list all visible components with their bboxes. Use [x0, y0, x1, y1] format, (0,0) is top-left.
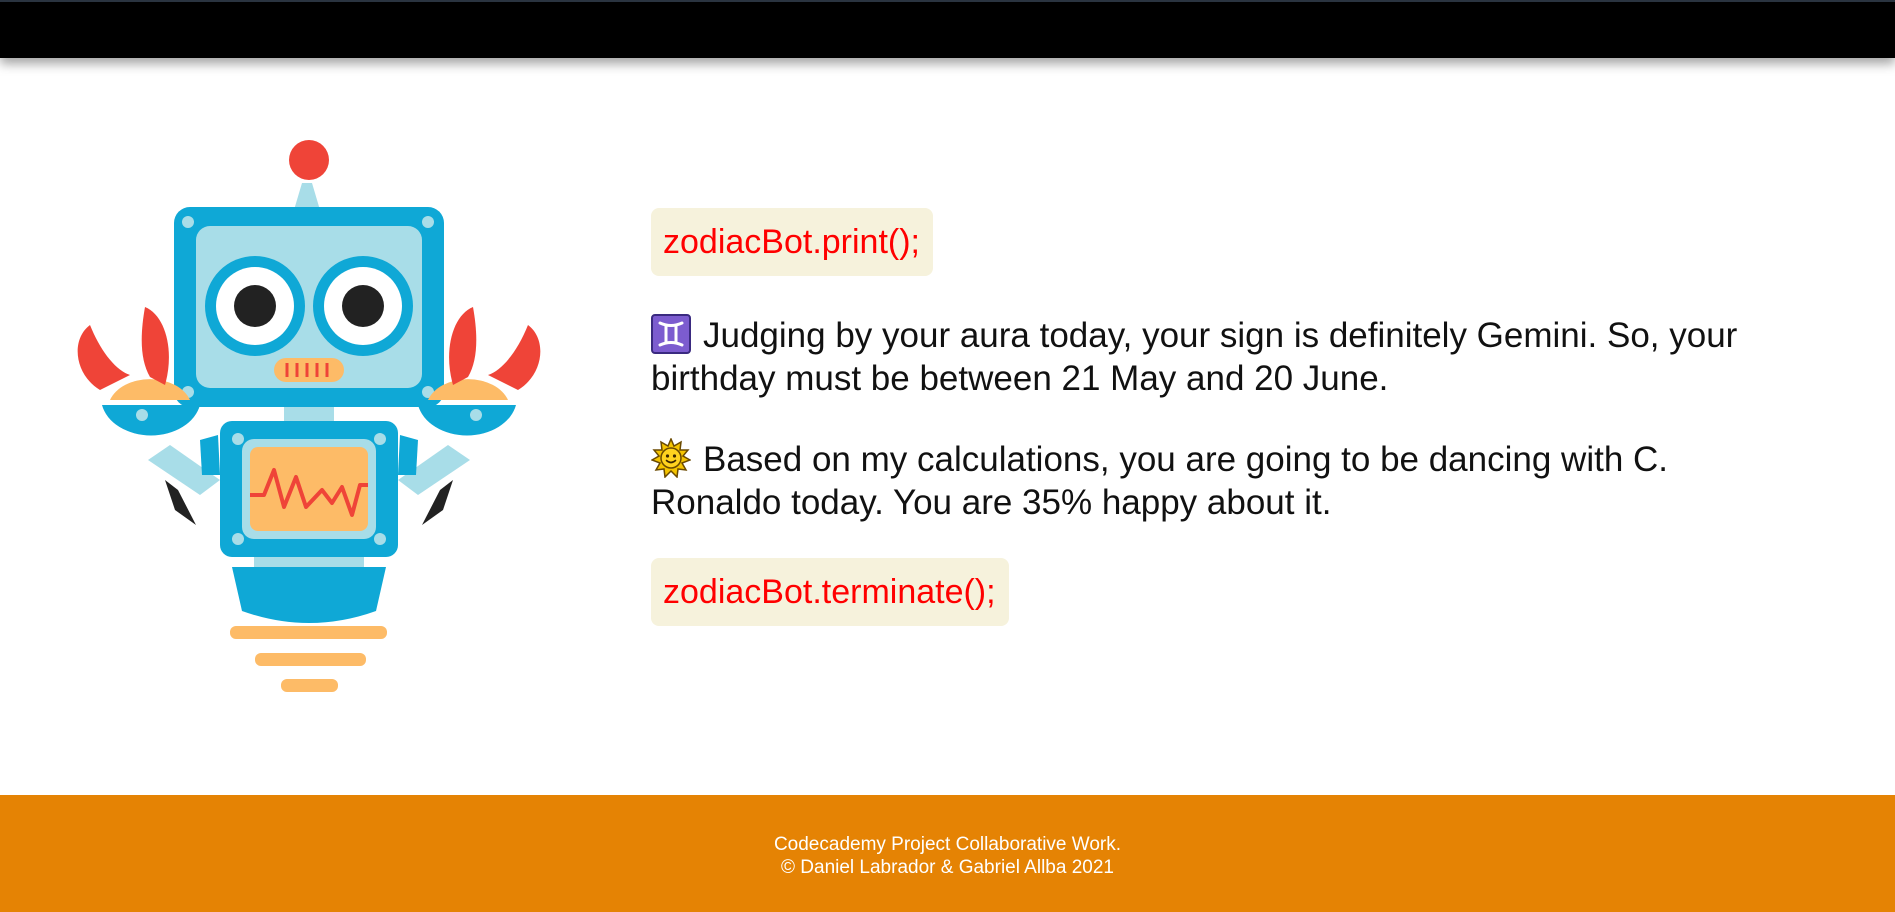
prediction-message: Based on my calculations, you are going …	[651, 437, 1761, 524]
code-terminate-command: zodiacBot.terminate();	[651, 557, 1009, 626]
gemini-symbol-icon	[651, 313, 691, 354]
sun-face-icon	[651, 437, 691, 478]
zodiac-sign-message: Judging by your aura today, your sign is…	[651, 313, 1761, 400]
code-print-command: zodiacBot.print();	[651, 208, 933, 276]
footer-copyright: © Daniel Labrador & Gabriel Allba 2021	[781, 857, 1114, 878]
footer: Codecademy Project Collaborative Work. ©…	[0, 795, 1895, 912]
robot-illustration	[70, 135, 550, 700]
footer-project-credit: Codecademy Project Collaborative Work.	[773, 834, 1122, 855]
prediction-text: Based on my calculations, you are going …	[651, 439, 1669, 522]
zodiac-sign-text: Judging by your aura today, your sign is…	[651, 315, 1738, 398]
top-nav-bar	[0, 0, 1895, 58]
bot-output: zodiacBot.print(); Judging by your aura …	[651, 208, 1761, 626]
